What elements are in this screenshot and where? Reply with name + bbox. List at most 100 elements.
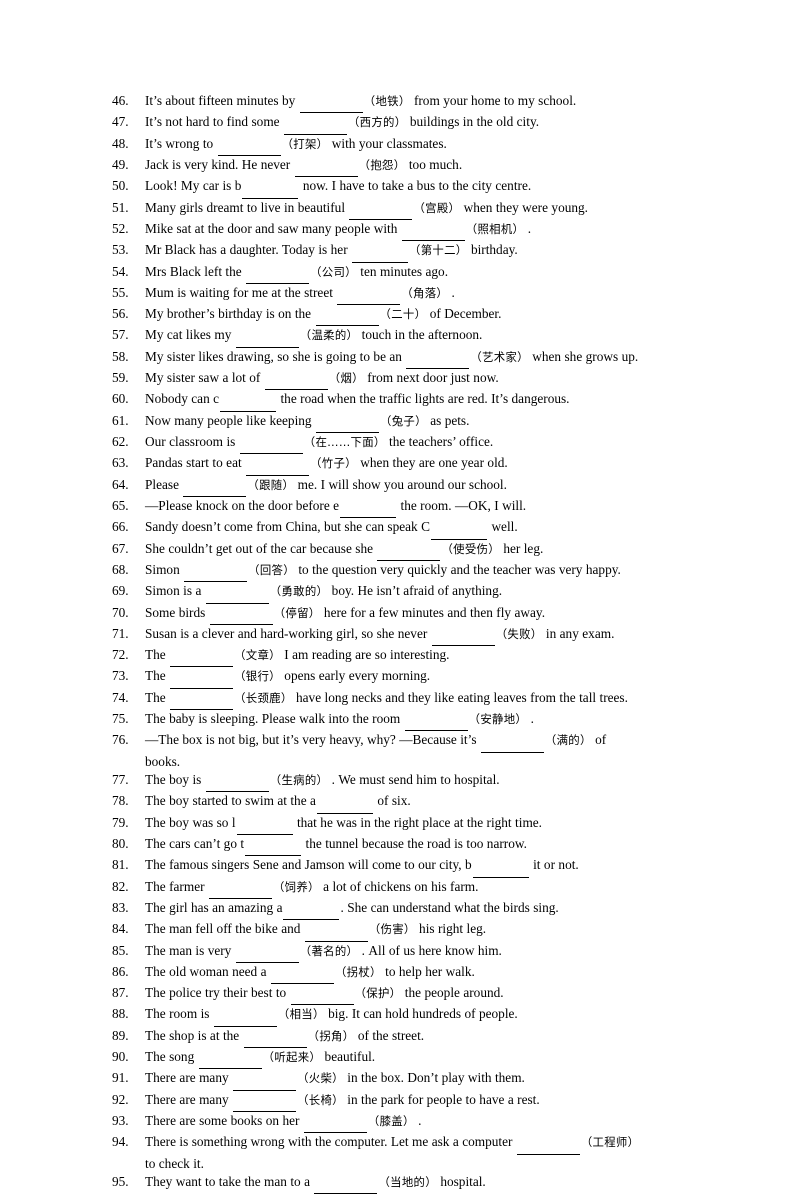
sentence-fragment: it or not. [529, 857, 579, 873]
question-text: The boy is （生病的） . We must send him to h… [145, 772, 500, 793]
answer-blank[interactable] [352, 243, 409, 263]
answer-blank[interactable] [294, 158, 358, 178]
answer-blank[interactable] [299, 94, 363, 114]
sentence-fragment: the people around. [401, 985, 504, 1001]
answer-blank[interactable] [213, 1007, 277, 1027]
answer-blank[interactable] [472, 858, 529, 878]
question-item: 58. My sister likes drawing, so she is go… [112, 348, 682, 370]
answer-blank[interactable] [246, 456, 310, 476]
question-text: Look! My car is b now. I have to take a … [145, 178, 531, 199]
question-text: Please （跟随） me. I will show you around o… [145, 477, 507, 497]
sentence-fragment: Mike sat at the door and saw many people… [145, 220, 401, 236]
question-number: 49. [112, 156, 129, 172]
answer-blank[interactable] [283, 115, 347, 135]
answer-blank[interactable] [170, 691, 234, 711]
answer-blank[interactable] [245, 837, 302, 857]
sentence-fragment: from your home to my school. [410, 93, 577, 108]
sentence-fragment: The [145, 647, 170, 663]
answer-blank[interactable] [246, 265, 310, 284]
answer-blank[interactable] [431, 520, 488, 540]
chinese-hint: （兔子） [380, 413, 427, 428]
answer-blank[interactable] [208, 880, 272, 899]
question-number: 79. [112, 814, 129, 830]
answer-blank[interactable] [170, 648, 234, 668]
question-number: 53. [112, 242, 129, 258]
answer-blank[interactable] [406, 350, 470, 370]
answer-blank[interactable] [337, 286, 401, 306]
answer-blank[interactable] [198, 1050, 262, 1070]
answer-blank[interactable] [236, 816, 293, 835]
answer-blank[interactable] [205, 773, 269, 793]
answer-blank[interactable] [235, 328, 299, 348]
answer-blank[interactable] [377, 542, 441, 561]
answer-blank[interactable] [290, 986, 354, 1006]
question-number: 73. [112, 668, 129, 684]
answer-blank[interactable] [220, 392, 277, 412]
sentence-fragment: Mum is waiting for me at the street [145, 284, 337, 300]
sentence-fragment: The [145, 689, 170, 705]
question-number: 95. [112, 1173, 129, 1189]
question-item: 59. My sister saw a lot of （烟） from next … [112, 369, 682, 391]
chinese-hint: （饲养） [272, 879, 320, 894]
sentence-fragment: too much. [405, 156, 463, 172]
answer-blank[interactable] [270, 965, 334, 985]
sentence-fragment: Simon [145, 561, 184, 577]
question-item: 57. My cat likes my （温柔的） touch in the af… [112, 326, 682, 348]
answer-blank[interactable] [183, 478, 247, 497]
question-item: 94. There is something wrong with the com… [112, 1133, 682, 1173]
question-item: 55. Mum is waiting for me at the street （… [112, 284, 682, 306]
question-number: 66. [112, 519, 129, 535]
answer-blank[interactable] [315, 307, 379, 327]
question-number: 67. [112, 540, 129, 556]
answer-blank[interactable] [404, 712, 468, 732]
sentence-fragment: ten minutes ago. [356, 263, 449, 279]
sentence-fragment: . All of us here know him. [358, 942, 502, 958]
answer-blank[interactable] [217, 137, 281, 156]
question-number: 58. [112, 348, 129, 364]
question-text: The （文章） I am reading are so interesting… [145, 647, 449, 668]
answer-blank[interactable] [233, 1071, 297, 1091]
question-number: 48. [112, 135, 129, 151]
answer-blank[interactable] [431, 627, 495, 647]
question-number: 78. [112, 793, 129, 809]
question-text: Many girls dreamt to live in beautiful （… [145, 200, 588, 220]
sentence-fragment: big. It can hold hundreds of people. [324, 1006, 518, 1022]
answer-blank[interactable] [516, 1135, 580, 1155]
question-text: The girl has an amazing a . She can unde… [145, 900, 559, 921]
sentence-fragment: when they are one year old. [356, 455, 508, 471]
answer-blank[interactable] [170, 669, 234, 689]
question-text: Jack is very kind. He never （抱怨） too muc… [145, 156, 463, 178]
answer-blank[interactable] [283, 901, 340, 921]
answer-blank[interactable] [316, 414, 379, 433]
answer-blank[interactable] [480, 733, 544, 753]
answer-blank[interactable] [316, 794, 373, 814]
worksheet-page: 46. It’s about fifteen minutes by （地铁） fr… [0, 0, 794, 1194]
question-number: 47. [112, 114, 129, 130]
answer-blank[interactable] [264, 371, 328, 391]
answer-blank[interactable] [314, 1175, 378, 1194]
sentence-fragment: in the park for people to have a rest. [343, 1091, 540, 1107]
answer-blank[interactable] [239, 435, 303, 455]
chinese-hint: （失败） [495, 626, 543, 641]
question-item: 95. They want to take the man to a （当地的） … [112, 1173, 682, 1194]
answer-blank[interactable] [242, 179, 299, 199]
answer-blank[interactable] [340, 499, 397, 519]
answer-blank[interactable] [235, 944, 299, 963]
answer-blank[interactable] [243, 1029, 307, 1049]
answer-blank[interactable] [303, 1114, 367, 1134]
question-item: 77. The boy is （生病的） . We must send him t… [112, 771, 682, 793]
answer-blank[interactable] [184, 563, 248, 583]
question-text: Our classroom is （在……下面） the teachers’ o… [145, 434, 493, 455]
question-item: 85. The man is very （著名的） . All of us her… [112, 942, 682, 963]
answer-blank[interactable] [401, 222, 465, 242]
question-item: 84. The man fell off the bike and （伤害） hi… [112, 920, 682, 942]
answer-blank[interactable] [233, 1093, 297, 1112]
answer-blank[interactable] [205, 584, 269, 604]
sentence-fragment: Mr Black has a daughter. Today is her [145, 242, 352, 258]
answer-blank[interactable] [304, 922, 368, 942]
answer-blank[interactable] [349, 201, 413, 220]
question-item: 88. The room is （相当） big. It can hold hun… [112, 1005, 682, 1027]
question-number: 85. [112, 942, 129, 958]
answer-blank[interactable] [209, 606, 273, 625]
question-number: 92. [112, 1091, 129, 1107]
